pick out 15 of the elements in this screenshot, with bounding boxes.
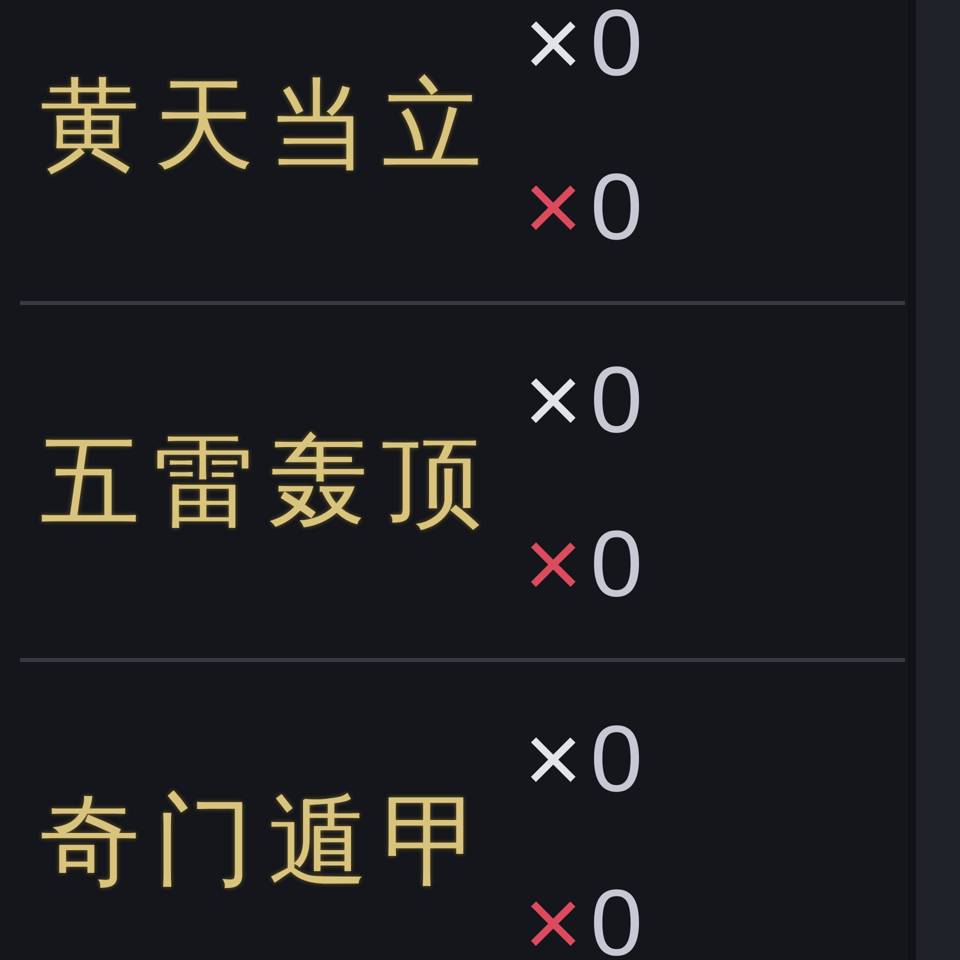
- times-sign: ×: [524, 872, 582, 960]
- times-sign: ×: [524, 0, 582, 92]
- count-value: 0: [590, 876, 643, 960]
- skill-name: 奇门遁甲: [40, 790, 497, 890]
- count-value: 0: [590, 516, 643, 610]
- count-value: 0: [590, 160, 643, 254]
- times-sign: ×: [524, 514, 582, 614]
- count-value: 0: [590, 352, 643, 446]
- skill-name: 五雷轰顶: [40, 432, 497, 532]
- skill-name: 黄天当立: [40, 74, 497, 174]
- count-value: 0: [590, 0, 643, 90]
- count-value: 0: [590, 712, 643, 806]
- times-sign: ×: [524, 156, 582, 256]
- times-sign: ×: [524, 350, 582, 450]
- times-sign: ×: [524, 708, 582, 808]
